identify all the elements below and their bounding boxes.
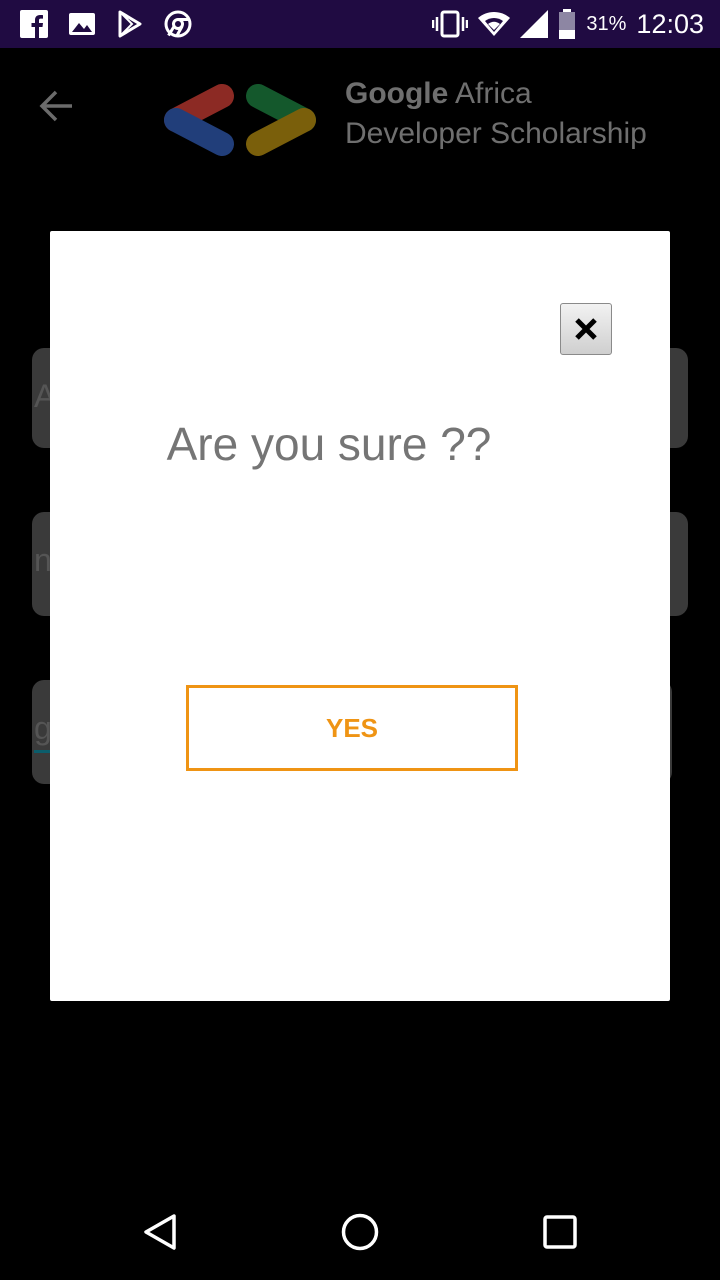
close-icon <box>575 318 597 340</box>
vibrate-icon <box>432 10 469 38</box>
nav-back-icon <box>144 1214 176 1250</box>
nav-recent-button[interactable] <box>538 1210 582 1254</box>
brand-line-1: Google Africa <box>345 74 647 114</box>
play-store-icon <box>118 10 142 38</box>
nav-home-icon <box>341 1213 379 1251</box>
brand-google: Google <box>345 77 449 110</box>
brand-title: Google Africa Developer Scholarship <box>345 74 647 154</box>
battery-icon <box>559 9 576 39</box>
chrome-icon <box>164 10 192 38</box>
navigation-bar <box>0 1180 720 1280</box>
nav-recent-icon <box>543 1215 577 1249</box>
system-status: 31% 12:03 <box>432 8 704 40</box>
brand-africa: Africa <box>448 77 532 110</box>
battery-percent: 31% <box>586 12 627 35</box>
confirm-dialog: Are you sure ?? YES <box>50 231 670 1001</box>
signal-icon <box>520 10 549 38</box>
yes-button[interactable]: YES <box>186 685 518 771</box>
close-button[interactable] <box>560 303 612 355</box>
back-arrow-icon[interactable] <box>36 86 76 126</box>
notification-icons <box>20 10 192 38</box>
gads-logo <box>164 84 316 156</box>
facebook-icon <box>20 10 48 38</box>
nav-back-button[interactable] <box>138 1210 182 1254</box>
gallery-icon <box>69 13 95 35</box>
clock: 12:03 <box>636 8 704 39</box>
brand-line-2: Developer Scholarship <box>345 117 647 150</box>
status-bar: 31% 12:03 <box>0 0 720 48</box>
nav-home-button[interactable] <box>338 1210 382 1254</box>
wifi-icon <box>478 12 511 36</box>
dialog-title: Are you sure ?? <box>166 418 492 470</box>
